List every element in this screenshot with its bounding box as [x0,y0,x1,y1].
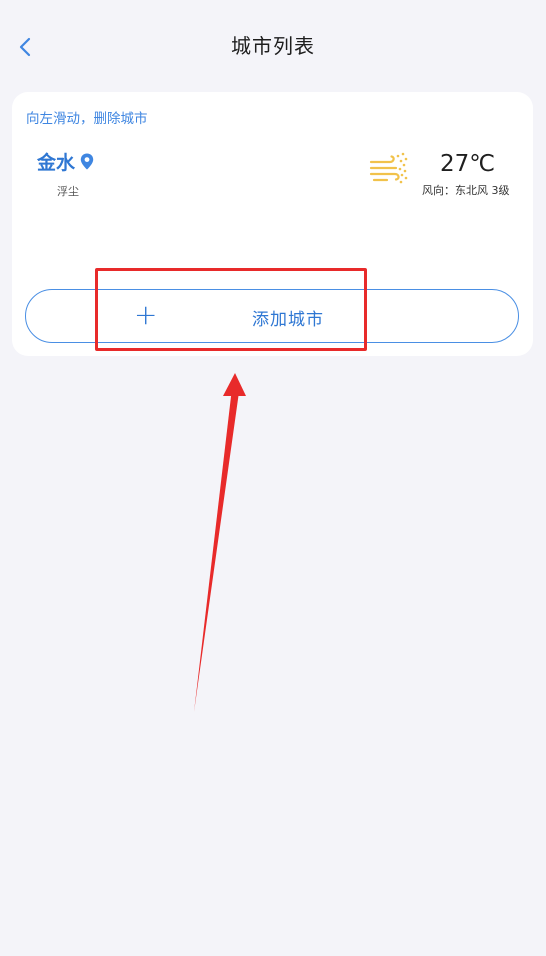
wind-dust-icon [369,152,408,184]
city-name-group: 金水 [37,148,94,175]
city-name: 金水 [37,152,76,174]
page-title: 城市列表 [231,34,315,58]
swipe-hint: 向左滑动，删除城市 [26,111,148,127]
add-city-label: 添加城市 [252,310,324,330]
city-list-card: 向左滑动，删除城市 金水 浮尘 27℃ 风向：东北风 3级 + 添加城市 [12,92,533,356]
top-bar: 城市列表 [0,0,546,95]
plus-icon: + [134,298,158,331]
weather-condition: 浮尘 [57,185,79,198]
add-city-button[interactable]: + 添加城市 [25,289,519,343]
temperature: 27℃ [440,151,496,177]
wind-info: 风向：东北风 3级 [422,184,510,197]
city-item[interactable]: 金水 浮尘 27℃ 风向：东北风 3级 [12,142,533,212]
location-pin-icon [80,153,94,170]
